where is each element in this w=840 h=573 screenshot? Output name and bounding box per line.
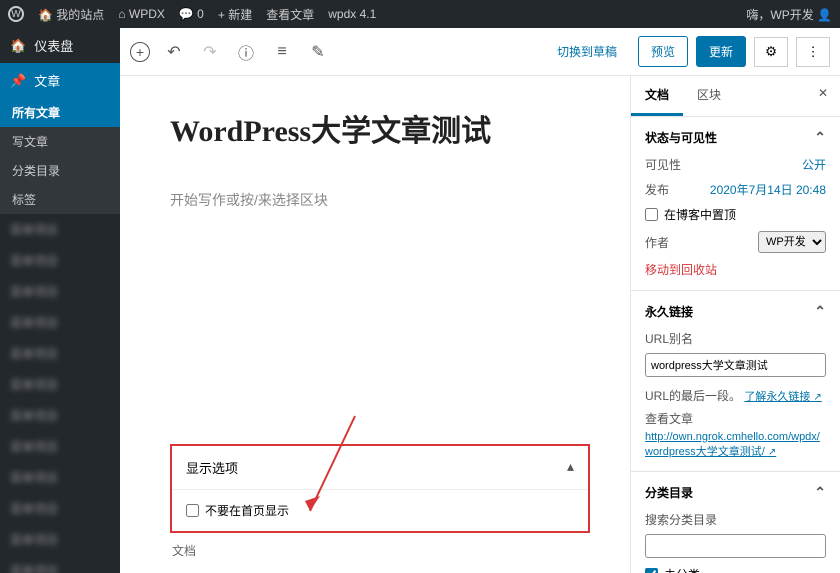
visibility-label: 可见性 xyxy=(645,156,681,173)
update-button[interactable]: 更新 xyxy=(696,36,746,67)
view-post-label: 查看文章 xyxy=(645,410,826,427)
tab-block[interactable]: 区块 xyxy=(683,76,735,116)
block-placeholder[interactable]: 开始写作或按/来选择区块 xyxy=(170,190,590,210)
author-label: 作者 xyxy=(645,234,669,251)
post-title[interactable]: WordPress大学文章测试 xyxy=(170,106,590,150)
display-options-metabox: 显示选项 ▴ 不要在首页显示 xyxy=(170,444,590,533)
search-cat-label: 搜索分类目录 xyxy=(645,511,826,528)
category-label: 未分类 xyxy=(664,566,700,573)
version-label: wpdx 4.1 xyxy=(328,7,376,21)
chevron-up-icon: ⌃ xyxy=(814,129,826,146)
tab-document[interactable]: 文档 xyxy=(631,76,683,116)
categories-header-label: 分类目录 xyxy=(645,484,693,501)
publish-label: 发布 xyxy=(645,181,669,198)
info-button[interactable]: ⓘ xyxy=(234,40,258,64)
blurred-item: 菜单项目 xyxy=(0,214,120,245)
search-category-input[interactable] xyxy=(645,534,826,558)
external-link-icon: ↗ xyxy=(813,392,821,403)
close-icon: ✕ xyxy=(818,86,828,100)
dashboard-icon: 🏠 xyxy=(10,38,26,54)
hide-homepage-label: 不要在首页显示 xyxy=(205,502,289,519)
blurred-item: 菜单项目 xyxy=(0,307,120,338)
more-icon: ⋮ xyxy=(806,44,819,60)
chevron-up-icon: ⌃ xyxy=(814,303,826,320)
learn-permalink-link[interactable]: 了解永久链接 ↗ xyxy=(744,391,821,403)
categories-header-toggle[interactable]: 分类目录 ⌃ xyxy=(645,484,826,501)
submenu-categories[interactable]: 分类目录 xyxy=(0,156,120,185)
editor-canvas[interactable]: WordPress大学文章测试 开始写作或按/来选择区块 显示选项 ▴ 不要在首… xyxy=(120,76,630,573)
author-select[interactable]: WP开发 xyxy=(758,231,826,253)
sidebar-dashboard-label: 仪表盘 xyxy=(34,36,73,55)
chevron-up-icon: ⌃ xyxy=(814,484,826,501)
wordpress-logo-icon[interactable]: W xyxy=(8,6,24,22)
blurred-item: 菜单项目 xyxy=(0,493,120,524)
external-link-icon: ↗ xyxy=(768,447,776,458)
view-post-link[interactable]: 查看文章 xyxy=(266,6,314,23)
submenu-tags[interactable]: 标签 xyxy=(0,185,120,214)
slug-input[interactable] xyxy=(645,353,826,377)
gear-icon: ⚙ xyxy=(765,44,777,60)
permalink-url[interactable]: http://own.ngrok.cmhello.com/wpdx/wordpr… xyxy=(645,431,820,458)
wpdx-link[interactable]: ⌂ WPDX xyxy=(118,7,165,21)
blurred-item: 菜单项目 xyxy=(0,462,120,493)
admin-sidebar: 🏠 仪表盘 📌 文章 所有文章 写文章 分类目录 标签 菜单项目 菜单项目 菜单… xyxy=(0,28,120,573)
publish-date-link[interactable]: 2020年7月14日 20:48 xyxy=(710,181,826,198)
blurred-item: 菜单项目 xyxy=(0,555,120,573)
chevron-up-icon: ▴ xyxy=(567,458,574,477)
blurred-item: 菜单项目 xyxy=(0,400,120,431)
greeting-label[interactable]: 嗨，WP开发 👤 xyxy=(746,6,832,23)
move-to-trash-link[interactable]: 移动到回收站 xyxy=(645,261,826,278)
sticky-label: 在博客中置顶 xyxy=(664,206,736,223)
url-desc: URL的最后一段。 xyxy=(645,389,741,403)
hide-homepage-option[interactable]: 不要在首页显示 xyxy=(186,502,574,519)
status-visibility-section: 状态与可见性 ⌃ 可见性 公开 发布 2020年7月14日 20:48 在博客中… xyxy=(631,117,840,291)
add-block-button[interactable]: + xyxy=(130,42,150,62)
sticky-checkbox[interactable] xyxy=(645,208,658,221)
preview-button[interactable]: 预览 xyxy=(638,36,688,67)
submenu-all-posts[interactable]: 所有文章 xyxy=(0,98,120,127)
blurred-item: 菜单项目 xyxy=(0,276,120,307)
editor-toolbar: + ↶ ↷ ⓘ ≡ ✎ 切换到草稿 预览 更新 ⚙ ⋮ xyxy=(120,28,840,76)
permalink-header-toggle[interactable]: 永久链接 ⌃ xyxy=(645,303,826,320)
settings-gear-button[interactable]: ⚙ xyxy=(754,37,788,67)
blurred-item: 菜单项目 xyxy=(0,338,120,369)
more-menu-button[interactable]: ⋮ xyxy=(796,37,830,67)
category-checkbox-uncategorized[interactable] xyxy=(645,568,658,573)
close-panel-button[interactable]: ✕ xyxy=(806,76,840,116)
outline-button[interactable]: ≡ xyxy=(270,40,294,64)
blurred-item: 菜单项目 xyxy=(0,431,120,462)
new-link[interactable]: + 新建 xyxy=(218,6,252,23)
blurred-item: 菜单项目 xyxy=(0,245,120,276)
sidebar-item-posts[interactable]: 📌 文章 xyxy=(0,63,120,98)
visibility-value-link[interactable]: 公开 xyxy=(802,156,826,173)
permalink-section: 永久链接 ⌃ URL别名 URL的最后一段。 了解永久链接 ↗ 查看文章 htt… xyxy=(631,291,840,472)
doc-footer-label: 文档 xyxy=(170,538,590,563)
edit-button[interactable]: ✎ xyxy=(306,40,330,64)
redo-button[interactable]: ↷ xyxy=(198,40,222,64)
switch-draft-button[interactable]: 切换到草稿 xyxy=(544,36,630,67)
comments-link[interactable]: 💬 0 xyxy=(179,7,204,21)
metabox-toggle[interactable]: 显示选项 ▴ xyxy=(172,446,588,490)
permalink-header-label: 永久链接 xyxy=(645,303,693,320)
status-header-label: 状态与可见性 xyxy=(645,129,717,146)
submenu-new-post[interactable]: 写文章 xyxy=(0,127,120,156)
admin-bar: W 🏠 我的站点 ⌂ WPDX 💬 0 + 新建 查看文章 wpdx 4.1 嗨… xyxy=(0,0,840,28)
status-header-toggle[interactable]: 状态与可见性 ⌃ xyxy=(645,129,826,146)
blurred-item: 菜单项目 xyxy=(0,369,120,400)
slug-label: URL别名 xyxy=(645,330,826,347)
metabox-title: 显示选项 xyxy=(186,458,238,477)
site-link[interactable]: 🏠 我的站点 xyxy=(38,6,104,23)
categories-section: 分类目录 ⌃ 搜索分类目录 未分类 文化氛围 xyxy=(631,472,840,573)
blurred-item: 菜单项目 xyxy=(0,524,120,555)
sidebar-item-dashboard[interactable]: 🏠 仪表盘 xyxy=(0,28,120,63)
undo-button[interactable]: ↶ xyxy=(162,40,186,64)
hide-homepage-checkbox[interactable] xyxy=(186,504,199,517)
settings-panel: 文档 区块 ✕ 状态与可见性 ⌃ 可见性 公开 发布 2020年7月 xyxy=(630,76,840,573)
pin-icon: 📌 xyxy=(10,73,26,89)
sidebar-posts-label: 文章 xyxy=(34,71,60,90)
